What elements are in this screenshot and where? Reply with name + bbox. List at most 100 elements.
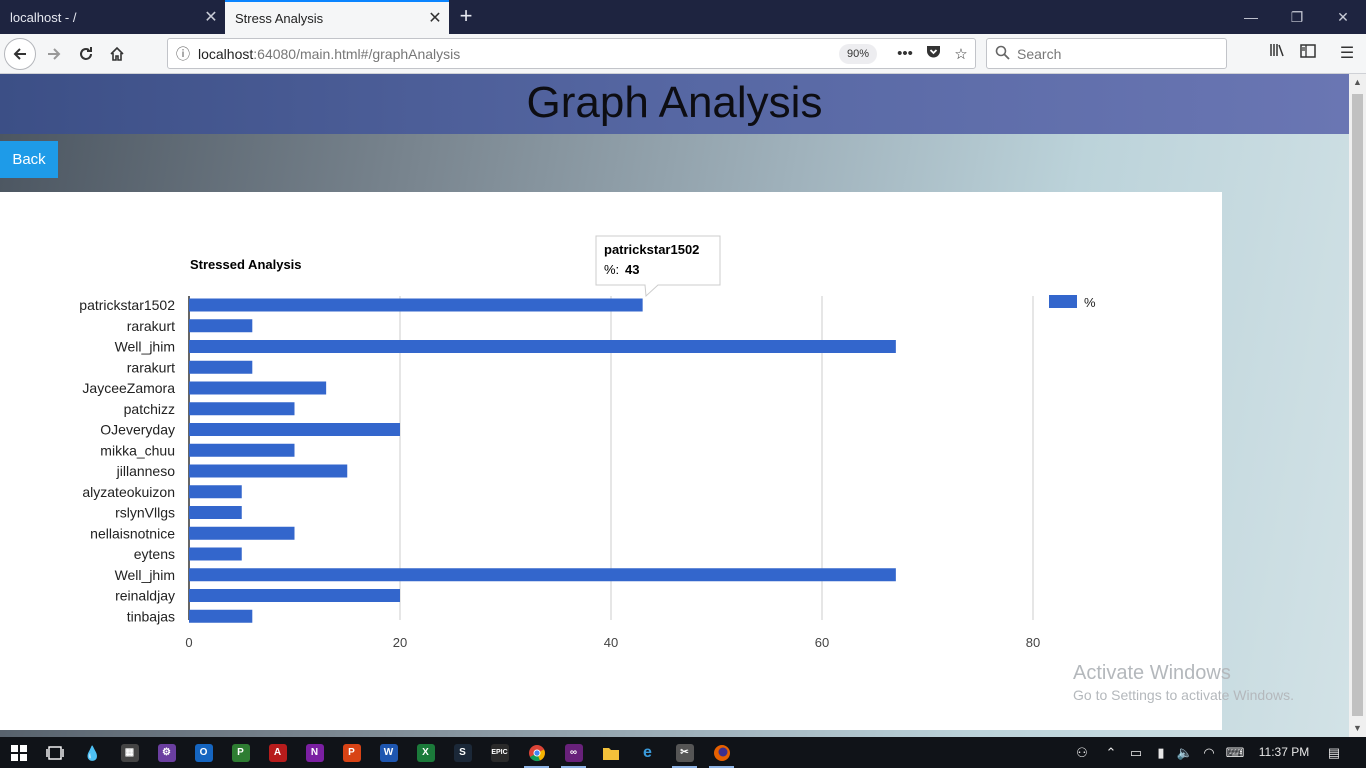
windows-taskbar: 💧 ▦ ⚙ O P A N P W X S EPIC ∞ e ✂ ⚇ ⌃ ▭ ▮… [0,737,1366,768]
epic-games-icon[interactable]: EPIC [481,737,518,768]
new-tab-button[interactable]: + [452,0,480,34]
firefox-icon[interactable] [703,737,740,768]
watermark-subtitle: Go to Settings to activate Windows. [1073,687,1294,703]
device-icon[interactable]: ▭ [1125,737,1147,768]
pocket-icon[interactable] [919,45,947,63]
bar-3[interactable] [189,360,253,374]
info-icon[interactable]: ⓘ [168,44,198,64]
page-header: Graph Analysis [0,74,1349,134]
excel-icon[interactable]: X [407,737,444,768]
restore-icon[interactable]: ❐ [1274,0,1320,34]
bar-12[interactable] [189,547,242,561]
category-label: patchizz [124,401,175,417]
url-text: localhost:64080/main.html#/graphAnalysis [198,46,839,62]
windows-start-icon[interactable] [0,737,37,768]
file-explorer-icon[interactable] [592,737,629,768]
back-button[interactable]: Back [0,141,58,178]
home-icon[interactable] [101,38,133,70]
bar-7[interactable] [189,443,295,457]
category-label: alyzateokuizon [82,484,175,500]
zoom-level-badge[interactable]: 90% [838,43,877,64]
dev-tool-icon[interactable]: ⚙ [148,737,185,768]
tooltip-label: %: [604,262,619,277]
activation-watermark: Activate Windows Go to Settings to activ… [1073,662,1294,703]
vertical-scrollbar[interactable]: ▲ ▼ [1349,74,1366,737]
calculator-icon[interactable]: ▦ [111,737,148,768]
bar-8[interactable] [189,464,348,478]
forward-arrow-icon[interactable] [38,38,70,70]
steam-icon[interactable]: S [444,737,481,768]
close-icon[interactable]: ✕ [197,7,225,27]
bar-11[interactable] [189,526,295,540]
bar-5[interactable] [189,402,295,416]
bar-13[interactable] [189,568,896,582]
bar-2[interactable] [189,340,896,353]
page-viewport: Graph Analysis Back Stressed Analysis pa… [0,74,1349,737]
bar-14[interactable] [189,589,400,602]
onenote-icon[interactable]: N [296,737,333,768]
menu-icon[interactable]: ☰ [1332,38,1362,70]
bar-0[interactable] [189,298,643,312]
keyboard-icon[interactable]: ⌨ [1222,737,1248,768]
bookmark-star-icon[interactable]: ☆ [947,45,975,63]
word-icon[interactable]: W [370,737,407,768]
reload-icon[interactable] [70,38,102,70]
search-bar[interactable] [986,38,1227,69]
x-tick-label: 80 [1026,635,1040,650]
people-icon[interactable]: ⚇ [1070,737,1094,768]
address-bar[interactable]: ⓘ localhost:64080/main.html#/graphAnalys… [167,38,976,69]
minimize-icon[interactable]: — [1228,0,1274,34]
category-label: nellaisnotnice [90,525,175,541]
powerpoint-icon[interactable]: P [333,737,370,768]
tooltip-category: patrickstar1502 [604,242,699,257]
scroll-down-icon[interactable]: ▼ [1349,720,1366,737]
snipping-tool-icon[interactable]: ✂ [666,737,703,768]
tab-title: localhost - / [10,9,77,25]
category-label: mikka_chuu [100,442,175,458]
bar-1[interactable] [189,319,253,333]
battery-icon[interactable]: ▮ [1150,737,1172,768]
search-input[interactable] [1017,45,1217,62]
library-icon[interactable] [1262,38,1292,70]
window-close-icon[interactable]: ✕ [1320,0,1366,34]
bar-9[interactable] [189,485,242,499]
volume-icon[interactable]: 🔈 [1174,737,1196,768]
watermark-title: Activate Windows [1073,662,1231,684]
task-view-icon[interactable] [36,737,73,768]
bar-15[interactable] [189,609,253,623]
category-label: patrickstar1502 [79,297,175,313]
outlook-icon[interactable]: O [185,737,222,768]
sidebar-icon[interactable] [1293,38,1323,70]
category-label: JayceeZamora [82,380,175,396]
category-label: OJeveryday [100,422,175,438]
bar-4[interactable] [189,381,327,395]
chart-title: Stressed Analysis [190,257,302,272]
wifi-icon[interactable]: ◠ [1198,737,1220,768]
droplet-icon[interactable]: 💧 [74,737,111,768]
category-label: reinaldjay [115,588,175,604]
bar-6[interactable] [189,423,400,436]
tooltip-value: 43 [625,262,639,277]
bar-10[interactable] [189,506,242,519]
tab-stress-analysis[interactable]: Stress Analysis ✕ [225,0,449,34]
back-arrow-icon[interactable] [4,38,36,70]
tab-strip: localhost - / ✕ Stress Analysis ✕ + — ❐ … [0,0,1366,34]
category-label: Well_jhim [115,339,175,355]
x-tick-label: 40 [604,635,618,650]
category-label: tinbajas [127,608,175,624]
chart-card: Stressed Analysis patrickstar1502 rarakur… [0,192,1222,730]
scroll-up-icon[interactable]: ▲ [1349,74,1366,91]
notification-icon[interactable]: ▤ [1322,737,1346,768]
chevron-up-icon[interactable]: ⌃ [1100,737,1122,768]
edge-icon[interactable]: e [629,737,666,768]
tab-localhost[interactable]: localhost - / ✕ [0,0,225,34]
x-tick-label: 60 [815,635,829,650]
chrome-icon[interactable] [518,737,555,768]
page-actions-icon[interactable]: ••• [891,45,919,62]
scroll-thumb[interactable] [1352,94,1363,716]
close-icon[interactable]: ✕ [421,8,449,28]
visual-studio-icon[interactable]: ∞ [555,737,592,768]
project-icon[interactable]: P [222,737,259,768]
access-icon[interactable]: A [259,737,296,768]
taskbar-clock[interactable]: 11:37 PM [1256,737,1312,768]
